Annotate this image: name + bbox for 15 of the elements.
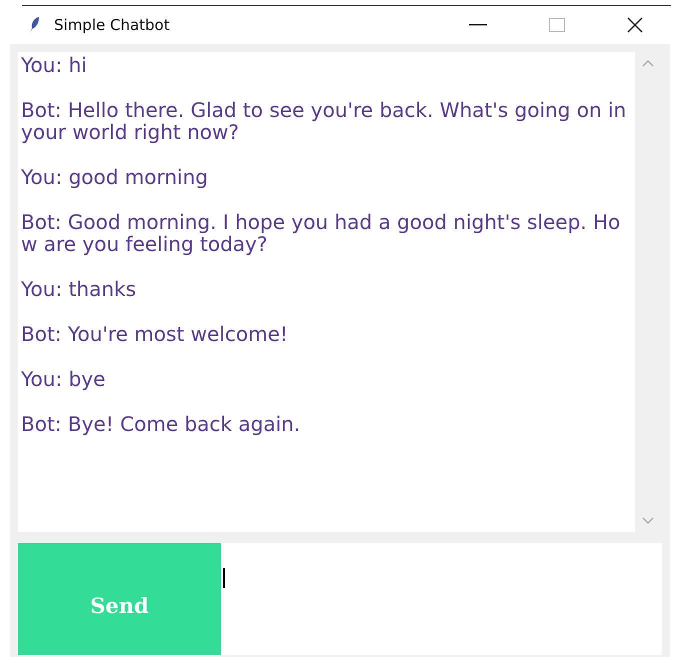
message-input[interactable] [221, 543, 662, 655]
chat-message: You: thanks [21, 278, 138, 300]
chat-message: You: hi [21, 54, 88, 76]
chat-message: You: good morning [21, 166, 209, 188]
feather-icon [28, 16, 40, 34]
chat-message: Bot: You're most welcome! [21, 323, 289, 345]
chat-message: Bot: Hello there. Glad to see you're back. What's going on in your world right now? [21, 99, 628, 143]
close-icon[interactable] [627, 17, 643, 33]
chat-message: Bot: Bye! Come back again. [21, 413, 302, 435]
window-title: Simple Chatbot [54, 16, 171, 34]
maximize-icon[interactable] [549, 18, 565, 32]
chat-message: You: bye [21, 368, 106, 390]
chat-message: Bot: Good morning. I hope you had a good night's sleep. How are you feeling today? [21, 211, 622, 255]
send-button[interactable]: Send [18, 543, 221, 655]
minimize-icon[interactable] [469, 24, 487, 26]
